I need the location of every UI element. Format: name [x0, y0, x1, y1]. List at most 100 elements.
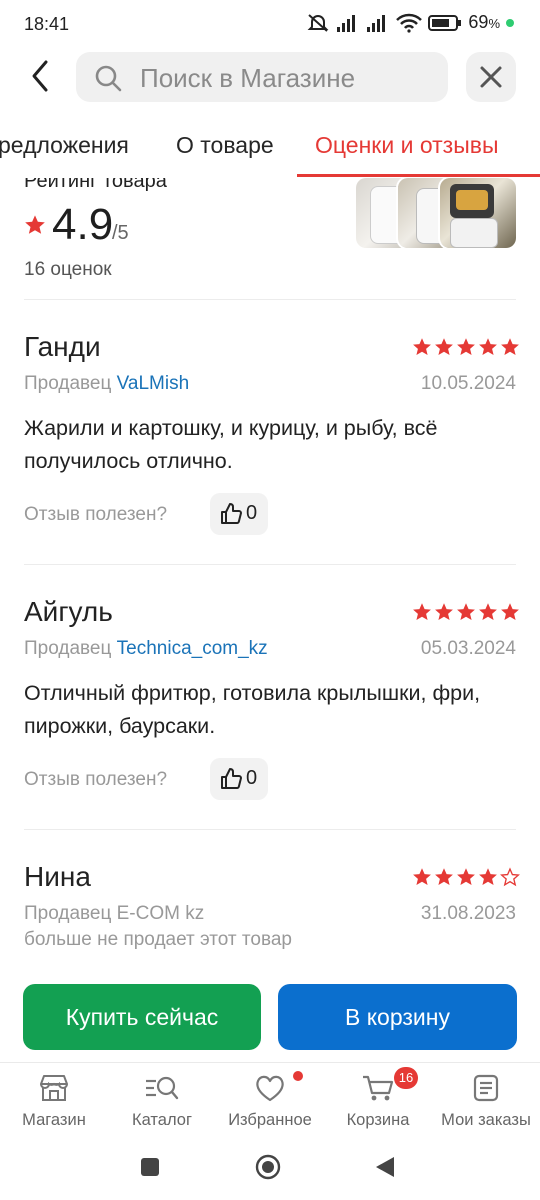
- review-stars: [412, 337, 520, 357]
- search-icon: [95, 65, 122, 92]
- star-icon: [25, 215, 45, 234]
- close-icon: [480, 66, 502, 88]
- review-card: Нина Продавец E-COM kz 31.08.2023 больше…: [0, 830, 540, 970]
- buy-now-button[interactable]: Купить сейчас: [23, 984, 261, 1050]
- review-photo[interactable]: [440, 178, 516, 248]
- star-icon: [413, 603, 431, 620]
- catalog-search-icon: [146, 1076, 179, 1100]
- star-icon: [413, 868, 431, 885]
- rating-caption: Рейтинг товара: [24, 178, 167, 192]
- signal-icon: [337, 14, 356, 32]
- orders-icon: [473, 1074, 499, 1102]
- star-icon: [435, 603, 453, 620]
- seller-note: больше не продает этот товар: [24, 929, 292, 950]
- like-count: 0: [246, 767, 258, 789]
- cart-badge: 16: [394, 1067, 418, 1089]
- tab-about-product[interactable]: О товаре: [176, 132, 274, 159]
- star-icon: [413, 338, 431, 355]
- home-button[interactable]: [255, 1154, 281, 1180]
- notification-dot: [506, 18, 514, 27]
- home-circle-icon: [255, 1154, 281, 1180]
- rating-max: /5: [112, 222, 129, 244]
- seller-link[interactable]: VaLMish: [117, 373, 190, 394]
- battery-percent: 69%: [468, 12, 500, 32]
- rating-value: 4.9: [52, 200, 114, 249]
- star-icon: [479, 868, 497, 885]
- signal-icon-2: [367, 14, 386, 32]
- rating-summary: Рейтинг товара 4.9 /5 16 оценок: [0, 178, 540, 300]
- thumbs-up-icon: [221, 503, 242, 524]
- recent-apps-button[interactable]: [141, 1158, 159, 1176]
- review-date: 05.03.2024: [420, 638, 516, 659]
- review-stars: [412, 867, 520, 887]
- reviewer-name: Айгуль: [24, 596, 113, 627]
- seller-link[interactable]: Technica_com_kz: [117, 638, 268, 659]
- tabs-bar: редложения О товаре Оценки и отзывы: [0, 120, 540, 178]
- search-placeholder: Поиск в Магазине: [140, 63, 356, 93]
- helpful-label: Отзыв полезен?: [24, 504, 168, 525]
- nav-item-store[interactable]: Магазин: [0, 1073, 108, 1130]
- helpful-label: Отзыв полезен?: [24, 769, 168, 790]
- active-tab-indicator: [297, 174, 540, 177]
- rating-count: 16 оценок: [24, 259, 112, 280]
- search-input[interactable]: Поиск в Магазине: [76, 52, 448, 102]
- store-icon: [40, 1075, 68, 1101]
- helpful-like-button[interactable]: 0: [210, 493, 268, 535]
- nav-item-favorites[interactable]: Избранное: [216, 1071, 324, 1130]
- status-time: 18:41: [24, 14, 70, 34]
- review-photos[interactable]: [356, 178, 516, 248]
- reviewer-name: Ганди: [24, 331, 101, 362]
- review-text: Жарили и картошку, и курицу, и рыбу, всё…: [24, 416, 438, 473]
- nav-item-catalog[interactable]: Каталог: [108, 1073, 216, 1130]
- star-icon: [501, 338, 519, 355]
- review-seller: Продавец VaLMish: [24, 373, 189, 395]
- heart-icon: [256, 1075, 284, 1102]
- tab-offers[interactable]: редложения: [0, 132, 129, 159]
- back-triangle-icon: [376, 1157, 394, 1177]
- review-text: Отличный фритюр, готовила крылышки, фри,…: [24, 681, 481, 738]
- nav-item-orders[interactable]: Мои заказы: [432, 1073, 540, 1130]
- system-nav-bar: [0, 1142, 540, 1200]
- review-seller: Продавец E-COM kz: [24, 903, 205, 924]
- star-outline-icon: [500, 867, 520, 887]
- helpful-like-button[interactable]: 0: [210, 758, 268, 800]
- star-icon: [435, 868, 453, 885]
- nav-label: Каталог: [132, 1111, 192, 1129]
- seller-prefix: Продавец: [24, 638, 112, 659]
- clear-search-button[interactable]: [466, 52, 516, 102]
- star-icon: [501, 603, 519, 620]
- review-date: 10.05.2024: [420, 373, 516, 394]
- star-icon: [457, 603, 475, 620]
- review-card: Ганди Продавец VaLMish 10.05.2024 Жарили…: [0, 300, 540, 565]
- mute-icon: [307, 13, 329, 32]
- back-button[interactable]: [24, 56, 60, 96]
- tab-reviews[interactable]: Оценки и отзывы: [315, 132, 498, 159]
- review-seller: Продавец Technica_com_kz: [24, 638, 268, 660]
- system-back-button[interactable]: [374, 1155, 396, 1179]
- thumbs-up-icon: [221, 768, 242, 789]
- like-count: 0: [246, 502, 258, 524]
- seller-prefix: Продавец: [24, 373, 112, 394]
- review-stars: [412, 602, 520, 622]
- status-icons: 69%: [306, 12, 514, 33]
- nav-label: Корзина: [346, 1111, 410, 1129]
- star-icon: [457, 338, 475, 355]
- bottom-nav: Магазин Каталог Избранное 16 Корзина Мои…: [0, 1062, 540, 1143]
- back-arrow-icon: [32, 60, 48, 92]
- reviewer-name: Нина: [24, 861, 91, 892]
- cart-icon: [363, 1075, 394, 1101]
- nav-label: Избранное: [228, 1111, 312, 1129]
- nav-label: Мои заказы: [441, 1111, 531, 1129]
- favorites-dot: [293, 1071, 303, 1081]
- add-to-cart-button[interactable]: В корзину: [278, 984, 517, 1050]
- star-icon: [435, 338, 453, 355]
- nav-label: Магазин: [22, 1111, 86, 1129]
- status-bar: 18:41 69%: [0, 0, 540, 50]
- battery-icon: [428, 14, 462, 31]
- star-icon: [479, 338, 497, 355]
- wifi-icon: [396, 13, 423, 33]
- nav-item-cart[interactable]: 16 Корзина: [324, 1067, 432, 1130]
- star-icon: [479, 603, 497, 620]
- review-date: 31.08.2023: [420, 903, 516, 924]
- review-card: Айгуль Продавец Technica_com_kz 05.03.20…: [0, 565, 540, 830]
